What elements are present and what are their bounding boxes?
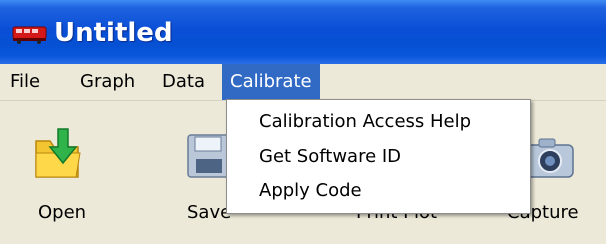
- menu-graph[interactable]: Graph: [72, 64, 143, 100]
- red-train-icon: [12, 24, 48, 44]
- window-title: Untitled: [54, 18, 173, 48]
- menu-data[interactable]: Data: [154, 64, 213, 100]
- save-label: Save: [187, 202, 232, 223]
- open-folder-icon: [32, 127, 84, 187]
- menu-bar: File Graph Data Calibrate: [0, 64, 606, 101]
- open-button[interactable]: Open: [20, 101, 120, 244]
- menu-file[interactable]: File: [2, 64, 48, 100]
- menu-calibrate[interactable]: Calibrate: [222, 64, 320, 100]
- calibrate-menu: Calibration Access Help Get Software ID …: [226, 99, 531, 214]
- camera-icon: [525, 137, 575, 183]
- menu-item-apply-code[interactable]: Apply Code: [259, 176, 362, 206]
- title-bar[interactable]: Untitled: [0, 0, 606, 64]
- open-label: Open: [38, 202, 87, 223]
- menu-item-get-software-id[interactable]: Get Software ID: [259, 142, 401, 172]
- menu-item-calibration-access-help[interactable]: Calibration Access Help: [259, 107, 471, 137]
